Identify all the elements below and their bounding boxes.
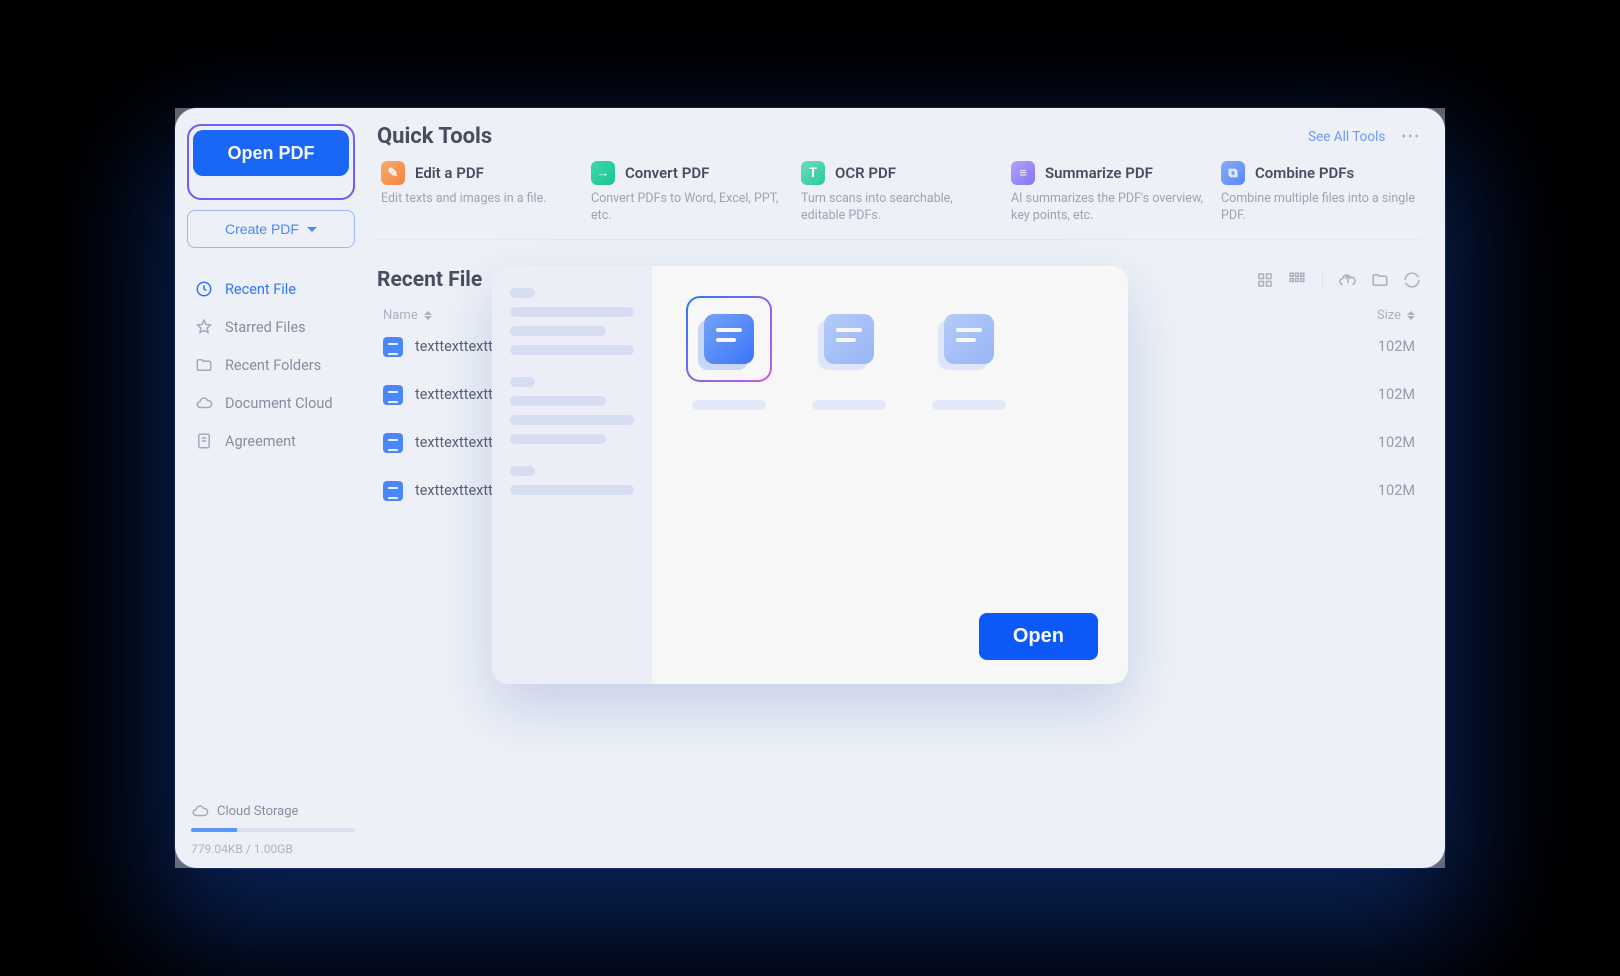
tool-edit-pdf[interactable]: ✎ Edit a PDF Edit texts and images in a f… xyxy=(377,157,581,225)
recent-file-title: Recent File xyxy=(377,268,482,292)
quick-tools-title: Quick Tools xyxy=(377,124,492,149)
list-view-icon[interactable] xyxy=(1256,271,1274,289)
file-size: 102M xyxy=(1378,338,1415,355)
storage-progress xyxy=(191,828,355,832)
sidebar-item-recent-file[interactable]: Recent File xyxy=(187,270,355,308)
thumbnail-label-placeholder xyxy=(812,400,886,410)
document-icon xyxy=(944,314,994,364)
cloud-icon xyxy=(195,394,213,412)
file-size: 102M xyxy=(1378,386,1415,403)
sort-icon xyxy=(1407,311,1415,320)
sidebar-item-label: Recent Folders xyxy=(225,357,321,374)
tool-title: Combine PDFs xyxy=(1255,164,1354,182)
pdf-file-icon xyxy=(383,481,403,501)
folder-icon xyxy=(195,356,213,374)
dialog-open-button[interactable]: Open xyxy=(979,613,1098,660)
sidebar-item-agreement[interactable]: Agreement xyxy=(187,422,355,460)
tool-title: OCR PDF xyxy=(835,164,896,182)
tool-desc: Turn scans into searchable, editable PDF… xyxy=(801,191,997,225)
sidebar: Open PDF Create PDF Recent File Starred … xyxy=(175,108,365,868)
file-thumbnail[interactable] xyxy=(806,296,892,410)
dialog-sidebar-skeleton xyxy=(492,266,652,684)
create-pdf-label: Create PDF xyxy=(225,221,299,237)
pdf-file-icon xyxy=(383,385,403,405)
tool-summarize-pdf[interactable]: ≡ Summarize PDF AI summarizes the PDF's o… xyxy=(1007,157,1211,225)
tool-desc: AI summarizes the PDF's overview, key po… xyxy=(1011,191,1207,225)
sidebar-item-starred-files[interactable]: Starred Files xyxy=(187,308,355,346)
pdf-file-icon xyxy=(383,433,403,453)
thumbnail-label-placeholder xyxy=(932,400,1006,410)
upload-icon[interactable] xyxy=(1339,271,1357,289)
star-icon xyxy=(195,318,213,336)
sidebar-item-document-cloud[interactable]: Document Cloud xyxy=(187,384,355,422)
ocr-icon: T xyxy=(801,161,825,185)
column-header-name-label: Name xyxy=(383,308,418,323)
tool-desc: Convert PDFs to Word, Excel, PPT, etc. xyxy=(591,191,787,225)
open-file-dialog: Open xyxy=(492,266,1128,684)
sidebar-item-recent-folders[interactable]: Recent Folders xyxy=(187,346,355,384)
column-header-size-label: Size xyxy=(1377,308,1401,323)
document-icon xyxy=(195,432,213,450)
edit-icon: ✎ xyxy=(381,161,405,185)
sort-icon xyxy=(424,311,432,320)
cloud-storage-widget: Cloud Storage 779.04KB / 1.00GB xyxy=(187,802,355,856)
clock-icon xyxy=(195,280,213,298)
storage-usage-text: 779.04KB / 1.00GB xyxy=(191,842,355,856)
file-thumbnail-selected[interactable] xyxy=(686,296,772,410)
view-controls xyxy=(1256,271,1421,289)
quick-tools-row: ✎ Edit a PDF Edit texts and images in a f… xyxy=(377,157,1421,240)
open-pdf-highlight: Open PDF xyxy=(187,124,355,200)
tool-desc: Combine multiple files into a single PDF… xyxy=(1221,191,1417,225)
sidebar-item-label: Document Cloud xyxy=(225,395,333,412)
tool-title: Summarize PDF xyxy=(1045,164,1153,182)
create-pdf-button[interactable]: Create PDF xyxy=(187,210,355,248)
cloud-storage-label: Cloud Storage xyxy=(217,804,298,819)
file-size: 102M xyxy=(1378,482,1415,499)
cloud-icon xyxy=(191,802,209,820)
tool-ocr-pdf[interactable]: T OCR PDF Turn scans into searchable, edi… xyxy=(797,157,1001,225)
tool-title: Edit a PDF xyxy=(415,164,484,182)
more-menu-icon[interactable]: ••• xyxy=(1401,129,1421,145)
open-pdf-button[interactable]: Open PDF xyxy=(193,130,349,176)
pdf-file-icon xyxy=(383,337,403,357)
summarize-icon: ≡ xyxy=(1011,161,1035,185)
tool-title: Convert PDF xyxy=(625,164,709,182)
chevron-down-icon xyxy=(307,227,317,232)
sidebar-item-label: Recent File xyxy=(225,281,296,298)
file-size: 102M xyxy=(1378,434,1415,451)
app-window: Open PDF Create PDF Recent File Starred … xyxy=(175,108,1445,868)
sidebar-item-label: Starred Files xyxy=(225,319,306,336)
sidebar-item-label: Agreement xyxy=(225,433,296,450)
thumbnail-label-placeholder xyxy=(692,400,766,410)
open-folder-icon[interactable] xyxy=(1371,271,1389,289)
tool-convert-pdf[interactable]: → Convert PDF Convert PDFs to Word, Excel… xyxy=(587,157,791,225)
dialog-body: Open xyxy=(652,266,1128,684)
grid-view-icon[interactable] xyxy=(1288,271,1306,289)
file-thumbnail[interactable] xyxy=(926,296,1012,410)
column-header-size[interactable]: Size xyxy=(1377,308,1415,323)
convert-icon: → xyxy=(591,161,615,185)
refresh-icon[interactable] xyxy=(1403,271,1421,289)
document-icon xyxy=(704,314,754,364)
see-all-tools-link[interactable]: See All Tools xyxy=(1308,129,1385,145)
tool-desc: Edit texts and images in a file. xyxy=(381,191,577,208)
tool-combine-pdfs[interactable]: ⧉ Combine PDFs Combine multiple files int… xyxy=(1217,157,1421,225)
document-icon xyxy=(824,314,874,364)
column-header-name[interactable]: Name xyxy=(383,308,432,323)
combine-icon: ⧉ xyxy=(1221,161,1245,185)
